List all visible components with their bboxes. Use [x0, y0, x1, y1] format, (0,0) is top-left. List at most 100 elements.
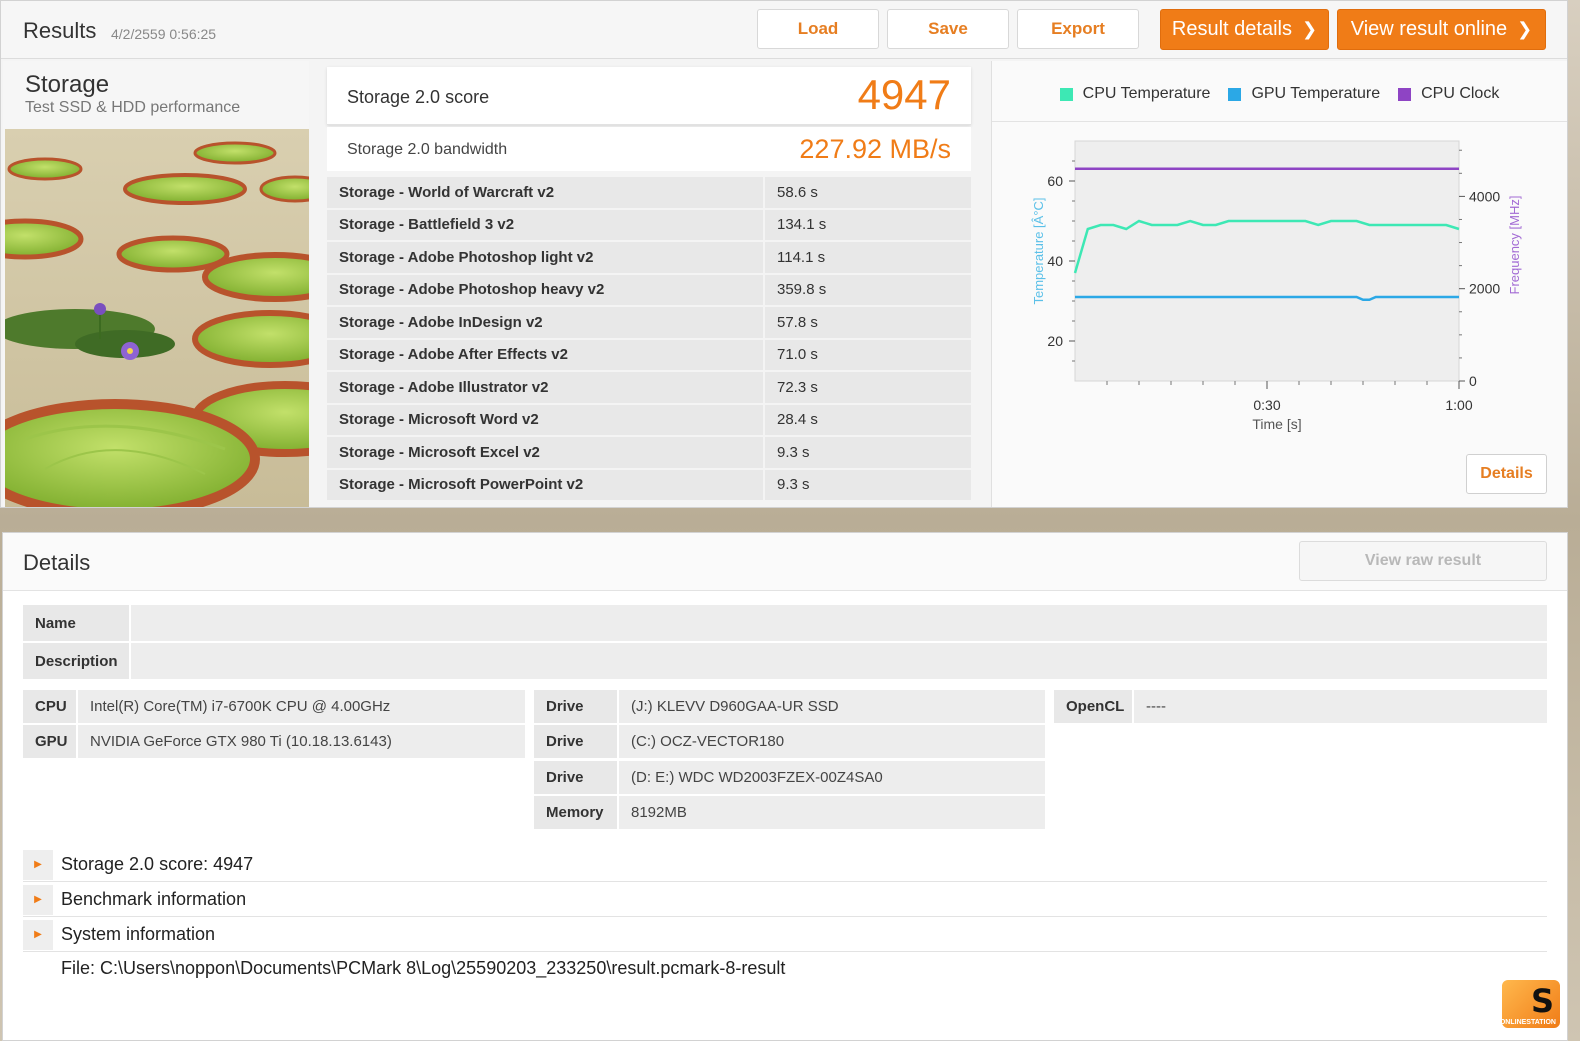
score-label: Storage 2.0 score [347, 87, 490, 107]
monitoring-chart: CPU Temperature GPU Temperature CPU Cloc… [991, 61, 1567, 507]
test-name: Storage [25, 71, 110, 98]
bandwidth-value: 227.92 MB/s [799, 134, 951, 164]
table-row: Storage - Adobe After Effects v2 71.0 s [327, 339, 971, 370]
result-file-path: File: C:\Users\noppon\Documents\PCMark 8… [61, 958, 786, 978]
memory-value: 8192MB [619, 796, 1045, 829]
view-online-label: View result online [1350, 18, 1508, 40]
results-header: Results 4/2/2559 0:56:25 Load Save Expor… [1, 1, 1567, 59]
description-value [131, 643, 1547, 679]
subtest-name: Storage - Battlefield 3 v2 [327, 209, 763, 240]
cpu-row: CPU Intel(R) Core(TM) i7-6700K CPU @ 4.0… [23, 690, 525, 723]
subtest-name: Storage - Microsoft Excel v2 [327, 437, 763, 468]
expand-arrow-icon[interactable]: ▶ [23, 884, 53, 915]
subtest-value: 71.0 s [765, 339, 971, 370]
drive-value: (J:) KLEVV D960GAA-UR SSD [619, 690, 1045, 723]
subtest-name: Storage - Microsoft Word v2 [327, 404, 763, 435]
export-button[interactable]: Export [1017, 9, 1139, 49]
y-left-tick-label: 40 [1047, 253, 1063, 269]
table-row: Storage - World of Warcraft v2 58.6 s [327, 177, 971, 208]
x-axis-label: Time [s] [1252, 416, 1301, 432]
subtest-name: Storage - World of Warcraft v2 [327, 177, 763, 208]
details-title: Details [23, 550, 91, 575]
view-online-button[interactable]: View result online ❯ [1337, 9, 1546, 50]
watermark-letter: S [1530, 982, 1554, 1020]
section-label: Benchmark information [61, 889, 247, 909]
results-date: 4/2/2559 0:56:25 [111, 26, 217, 42]
expand-arrow-icon[interactable]: ▶ [23, 849, 53, 880]
table-row: Storage - Adobe Illustrator v2 72.3 s [327, 372, 971, 403]
y-right-tick-label: 4000 [1469, 188, 1500, 204]
subtest-value: 9.3 s [765, 437, 971, 468]
subtest-value: 28.4 s [765, 404, 971, 435]
x-tick-label: 1:00 [1445, 397, 1472, 413]
gpu-row: GPU NVIDIA GeForce GTX 980 Ti (10.18.13.… [23, 725, 525, 758]
table-row: Storage - Adobe InDesign v2 57.8 s [327, 307, 971, 338]
drive-value: (D: E:) WDC WD2003FZEX-00Z4SA0 [619, 761, 1045, 794]
expand-arrow-icon[interactable]: ▶ [23, 919, 53, 950]
chart-details-button[interactable]: Details [1466, 454, 1547, 494]
y-left-axis-label: Temperature [Â°C] [1031, 197, 1046, 304]
x-tick-label: 0:30 [1253, 397, 1280, 413]
section-score[interactable]: ▶ Storage 2.0 score: 4947 [23, 848, 1547, 882]
y-left-tick-label: 60 [1047, 173, 1063, 189]
results-title: Results [23, 18, 97, 43]
description-row: Description [23, 643, 1547, 679]
y-left-tick-label: 20 [1047, 333, 1063, 349]
table-row: Storage - Microsoft Excel v2 9.3 s [327, 437, 971, 468]
subtest-name: Storage - Adobe After Effects v2 [327, 339, 763, 370]
table-row: Storage - Adobe Photoshop light v2 114.1 … [327, 242, 971, 273]
test-image [5, 129, 309, 507]
test-info: Storage Test SSD & HDD performance [3, 61, 309, 507]
drive-value: (C:) OCZ-VECTOR180 [619, 725, 1045, 758]
drive-key: Drive [534, 725, 617, 758]
save-button[interactable]: Save [887, 9, 1009, 49]
line-chart: 20 40 60 0 2000 4000 0:30 1:00 Time [s] Temperatu… [1031, 140, 1522, 432]
subtest-value: 359.8 s [765, 274, 971, 305]
section-label: Storage 2.0 score: 4947 [61, 854, 254, 874]
overall-score: Storage 2.0 score 4947 [327, 67, 971, 125]
result-details-button[interactable]: Result details ❯ [1160, 9, 1329, 50]
score-section: Storage 2.0 score 4947 Storage 2.0 bandw… [327, 67, 971, 502]
name-key: Name [23, 605, 129, 641]
result-details-label: Result details [1171, 18, 1292, 40]
drive-key: Drive [534, 761, 617, 794]
section-system-information[interactable]: ▶ System information [23, 918, 1547, 952]
test-subtitle: Test SSD & HDD performance [25, 99, 241, 116]
gpu-value: NVIDIA GeForce GTX 980 Ti (10.18.13.6143… [78, 725, 525, 758]
load-button[interactable]: Load [757, 9, 879, 49]
water-lily-illustration [5, 129, 309, 507]
table-row: Storage - Adobe Photoshop heavy v2 359.8 … [327, 274, 971, 305]
bandwidth-label: Storage 2.0 bandwidth [347, 141, 508, 158]
cpu-key: CPU [23, 690, 76, 723]
chevron-right-icon: ❯ [1517, 19, 1533, 39]
memory-row: Memory 8192MB [534, 796, 1045, 829]
opencl-key: OpenCL [1054, 690, 1132, 723]
memory-key: Memory [534, 796, 617, 829]
description-key: Description [23, 643, 129, 679]
subtest-name: Storage - Adobe Photoshop heavy v2 [327, 274, 763, 305]
section-label: System information [61, 924, 216, 944]
section-benchmark-information[interactable]: ▶ Benchmark information [23, 883, 1547, 917]
view-raw-result-button[interactable]: View raw result [1299, 541, 1547, 581]
name-value [131, 605, 1547, 641]
details-header: Details View raw result [3, 533, 1567, 591]
table-row: Storage - Battlefield 3 v2 134.1 s [327, 209, 971, 240]
drive-row: Drive (J:) KLEVV D960GAA-UR SSD [534, 690, 1045, 723]
table-row: Storage - Microsoft Word v2 28.4 s [327, 404, 971, 435]
details-panel: Details View raw result Name Description… [2, 532, 1568, 1041]
watermark-text: ONLINESTATION [1499, 1019, 1556, 1026]
subtest-table: Storage - World of Warcraft v2 58.6 s Sto… [327, 177, 971, 500]
subtest-name: Storage - Adobe Illustrator v2 [327, 372, 763, 403]
subtest-value: 58.6 s [765, 177, 971, 208]
drive-row: Drive (C:) OCZ-VECTOR180 [534, 725, 1045, 758]
subtest-name: Storage - Adobe InDesign v2 [327, 307, 763, 338]
watermark-logo: S ONLINESTATION [1500, 978, 1562, 1030]
bandwidth-score: Storage 2.0 bandwidth 227.92 MB/s [327, 127, 971, 171]
plot-area [1074, 140, 1460, 382]
subtest-value: 134.1 s [765, 209, 971, 240]
name-row: Name [23, 605, 1547, 641]
y-right-tick-label: 0 [1469, 373, 1477, 389]
opencl-row: OpenCL ---- [1054, 690, 1547, 723]
chevron-right-icon: ❯ [1301, 19, 1318, 39]
opencl-value: ---- [1134, 690, 1547, 723]
